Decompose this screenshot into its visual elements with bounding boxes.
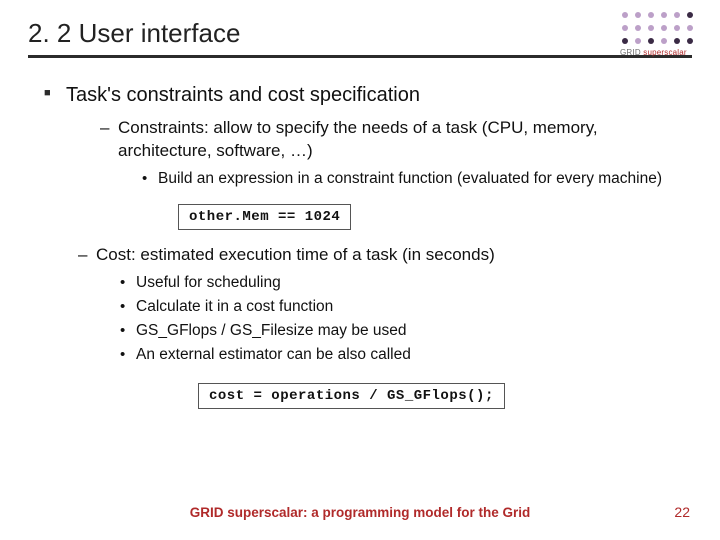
content-list: Task's constraints and cost specificatio… <box>28 84 692 190</box>
cost-item: Cost: estimated execution time of a task… <box>78 244 692 366</box>
constraints-item: Constraints: allow to specify the needs … <box>100 117 692 190</box>
cost-point: Calculate it in a cost function <box>120 297 692 318</box>
constraints-label: Constraints: allow to specify the needs … <box>118 118 598 160</box>
page-number: 22 <box>674 504 690 520</box>
cost-point: An external estimator can be also called <box>120 345 692 366</box>
logo-text: GRID superscalar <box>620 48 698 57</box>
cost-point: GS_GFlops / GS_Filesize may be used <box>120 321 692 342</box>
logo-dots <box>620 10 698 46</box>
footer-text: GRID superscalar: a programming model fo… <box>0 505 720 520</box>
topic-item: Task's constraints and cost specificatio… <box>44 84 692 190</box>
topic-heading: Task's constraints and cost specificatio… <box>66 84 420 106</box>
cost-label: Cost: estimated execution time of a task… <box>96 245 495 264</box>
constraint-code-box: other.Mem == 1024 <box>178 204 351 230</box>
slide-title: 2. 2 User interface <box>28 18 692 55</box>
cost-point: Useful for scheduling <box>120 273 692 294</box>
title-underline <box>28 55 692 58</box>
brand-logo: GRID superscalar <box>620 10 698 57</box>
cost-code-box: cost = operations / GS_GFlops(); <box>198 383 505 409</box>
constraints-detail: Build an expression in a constraint func… <box>142 169 692 190</box>
